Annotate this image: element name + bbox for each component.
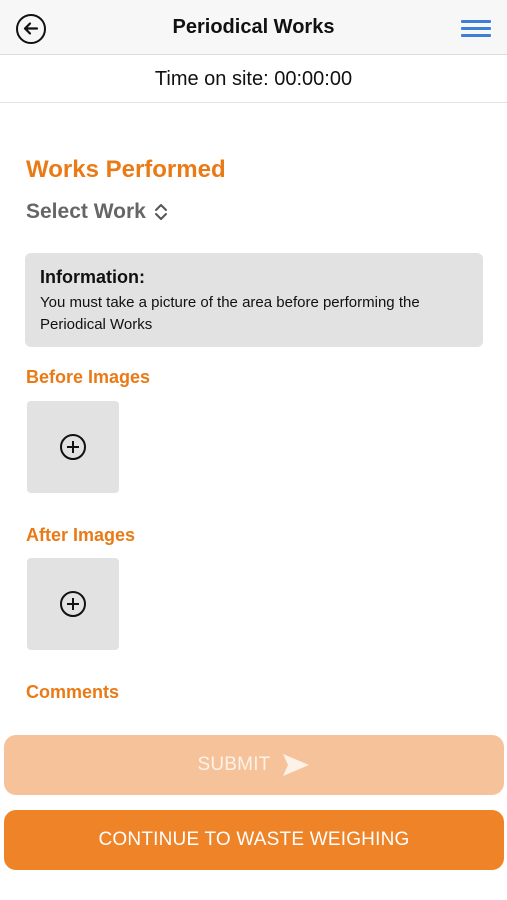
submit-label: SUBMIT (197, 754, 271, 775)
chevron-up-down-icon (154, 204, 167, 220)
time-on-site: Time on site: 00:00:00 (0, 55, 507, 103)
add-circle-icon (60, 591, 86, 617)
information-box: Information: You must take a picture of … (25, 253, 483, 347)
add-before-image-button[interactable] (27, 401, 119, 493)
page-title: Periodical Works (172, 16, 335, 38)
before-images-label: Before Images (26, 367, 151, 387)
after-images-label: After Images (26, 525, 136, 545)
hamburger-menu-icon[interactable] (461, 18, 491, 40)
continue-to-waste-weighing-button[interactable]: CONTINUE TO WASTE WEIGHING (4, 810, 504, 870)
app-header: Periodical Works (0, 0, 507, 55)
works-performed-heading: Works Performed (26, 156, 226, 183)
info-title: Information: (40, 267, 145, 287)
send-icon (283, 754, 310, 776)
select-work-label: Select Work (26, 200, 146, 223)
add-after-image-button[interactable] (27, 558, 119, 650)
add-circle-icon (60, 434, 86, 460)
select-work-dropdown[interactable]: Select Work (26, 200, 168, 224)
comments-label: Comments (26, 682, 120, 702)
continue-label: CONTINUE TO WASTE WEIGHING (98, 829, 410, 850)
submit-button[interactable]: SUBMIT (4, 735, 504, 795)
info-text: You must take a picture of the area befo… (40, 294, 420, 333)
